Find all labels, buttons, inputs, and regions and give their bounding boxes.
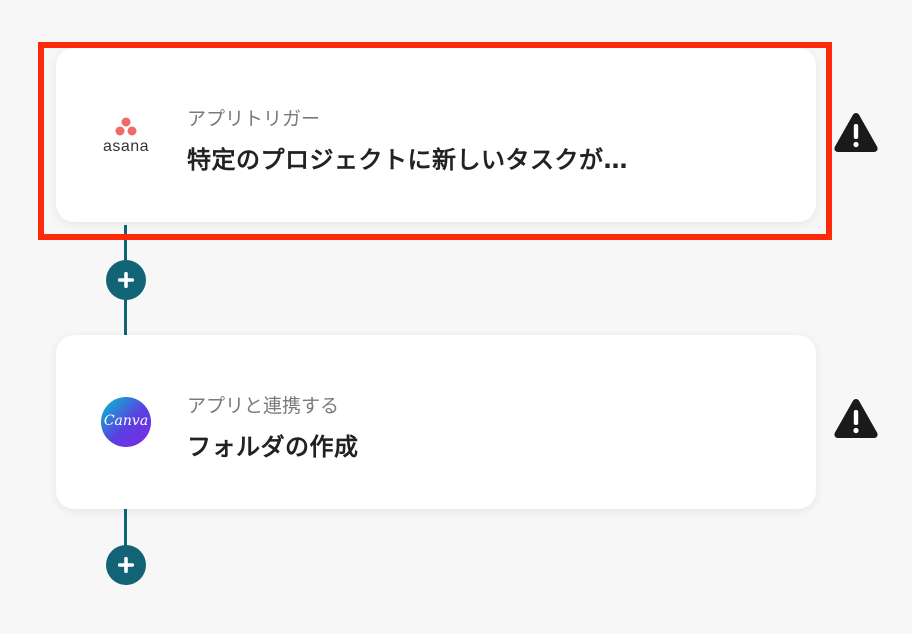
warning-icon[interactable] bbox=[832, 396, 880, 440]
warning-icon[interactable] bbox=[832, 110, 880, 154]
plus-icon bbox=[118, 272, 134, 288]
add-step-button[interactable] bbox=[106, 260, 146, 300]
canva-logo-text: Canva bbox=[103, 413, 149, 429]
step-card-asana-trigger[interactable]: asana アプリトリガー 特定のプロジェクトに新しいタスクが… bbox=[56, 48, 816, 222]
add-step-button[interactable] bbox=[106, 545, 146, 585]
step-card-canva-action[interactable]: Canva アプリと連携する フォルダの作成 bbox=[56, 335, 816, 509]
flow-canvas: asana アプリトリガー 特定のプロジェクトに新しいタスクが… Canva ア… bbox=[0, 0, 912, 634]
asana-logo-text: asana bbox=[102, 138, 150, 155]
step-subtitle: アプリトリガー bbox=[187, 108, 321, 130]
asana-logo-icon: asana bbox=[96, 105, 156, 165]
plus-icon bbox=[118, 557, 134, 573]
step-subtitle: アプリと連携する bbox=[187, 395, 340, 417]
step-title: 特定のプロジェクトに新しいタスクが… bbox=[187, 146, 628, 174]
canva-logo-icon: Canva bbox=[96, 392, 156, 452]
step-title: フォルダの作成 bbox=[187, 433, 359, 461]
